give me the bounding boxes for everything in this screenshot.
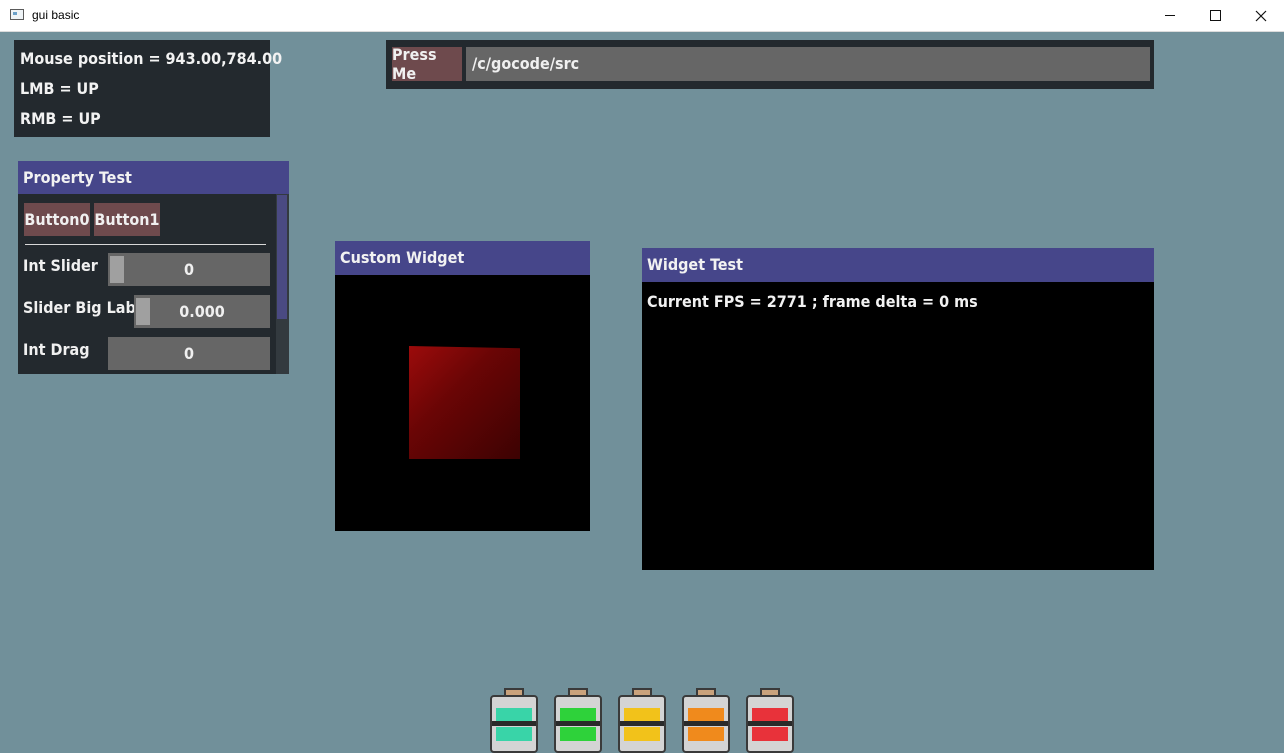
- big-label-slider[interactable]: 0.000: [134, 295, 270, 328]
- battery-green-icon: [552, 688, 604, 753]
- property-test-scroll-thumb[interactable]: [277, 195, 287, 319]
- maximize-button[interactable]: [1192, 0, 1238, 31]
- button1[interactable]: Button1: [94, 203, 160, 236]
- battery-red-icon: [744, 688, 796, 753]
- big-label-slider-value: 0.000: [179, 302, 225, 321]
- toolbar-panel: Press Me /c/gocode/src: [386, 40, 1154, 89]
- mouse-info-panel: Mouse position = 943.00,784.00 LMB = UP …: [14, 40, 282, 137]
- widget-test-body: [642, 282, 1154, 570]
- red-gradient-quad: [409, 346, 520, 459]
- fps-text: Current FPS = 2771 ; frame delta = 0 ms: [647, 292, 978, 311]
- path-input[interactable]: /c/gocode/src: [466, 47, 1150, 81]
- slider-big-label: Slider Big Label: [23, 298, 151, 317]
- int-slider-value: 0: [183, 260, 194, 279]
- rmb-status-text: RMB = UP: [20, 109, 101, 128]
- battery-yellow-icon: [616, 688, 668, 753]
- battery-orange-icon: [680, 688, 732, 753]
- widget-test-titlebar[interactable]: Widget Test: [642, 248, 1154, 282]
- property-test-titlebar[interactable]: Property Test: [18, 161, 289, 194]
- int-drag-label: Int Drag: [23, 340, 90, 359]
- battery-teal-icon: [488, 688, 540, 753]
- int-slider[interactable]: 0: [108, 253, 270, 286]
- press-me-button[interactable]: Press Me: [392, 45, 462, 83]
- lmb-status-text: LMB = UP: [20, 79, 99, 98]
- int-drag-value: 0: [183, 344, 194, 363]
- window-titlebar: gui basic: [0, 0, 1284, 32]
- mouse-position-text: Mouse position = 943.00,784.00: [20, 49, 283, 68]
- int-slider-label: Int Slider: [23, 256, 98, 275]
- button0[interactable]: Button0: [24, 203, 90, 236]
- int-drag-field[interactable]: 0: [108, 337, 270, 370]
- close-button[interactable]: [1238, 0, 1284, 31]
- app-icon: [10, 9, 24, 20]
- minimize-icon: [1165, 15, 1175, 16]
- separator: [25, 244, 266, 245]
- maximize-icon: [1209, 10, 1221, 21]
- close-icon: [1255, 10, 1267, 21]
- minimize-button[interactable]: [1147, 0, 1193, 31]
- window-title: gui basic: [32, 8, 80, 22]
- custom-widget-titlebar[interactable]: Custom Widget: [335, 241, 590, 275]
